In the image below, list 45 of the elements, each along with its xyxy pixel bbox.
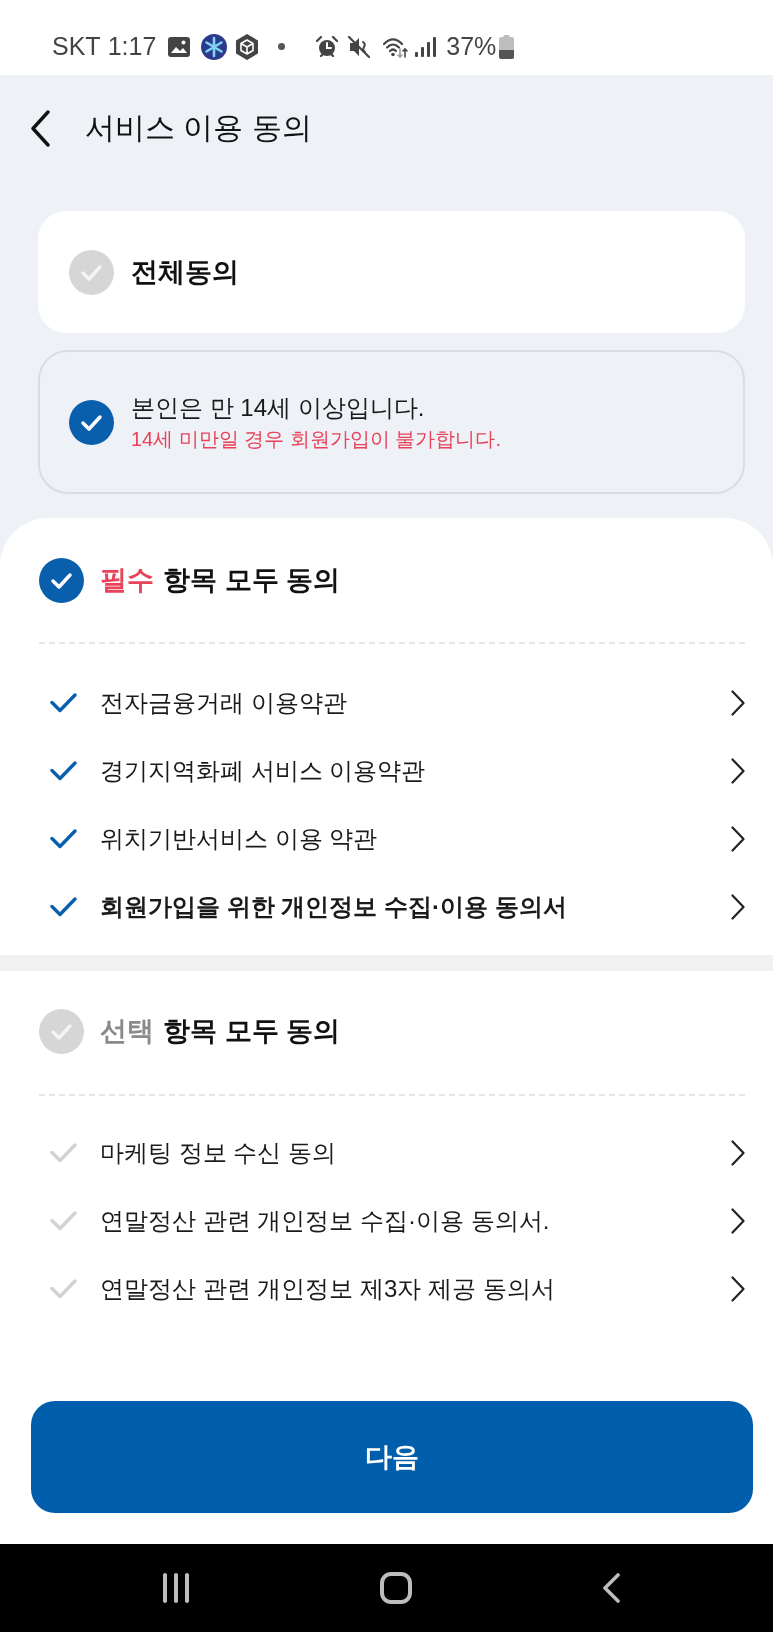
next-button[interactable]: 다음	[31, 1401, 753, 1513]
terms-item[interactable]: 연말정산 관련 개인정보 수집·이용 동의서.	[39, 1187, 745, 1255]
section-category: 선택	[100, 1018, 154, 1045]
back-icon[interactable]	[602, 1573, 621, 1603]
terms-item[interactable]: 연말정산 관련 개인정보 제3자 제공 동의서	[39, 1255, 745, 1323]
recents-icon[interactable]	[162, 1573, 190, 1603]
wifi-icon	[383, 35, 409, 58]
carrier-text: SKT	[52, 34, 101, 59]
cube-icon	[235, 33, 260, 60]
alarm-icon	[316, 35, 339, 58]
dot-icon	[278, 43, 286, 50]
terms-item[interactable]: 전자금융거래 이용약관	[39, 669, 745, 737]
section-title: 항목 모두 동의	[163, 567, 340, 594]
page-title: 서비스 이용 동의	[85, 113, 312, 143]
terms-item[interactable]: 마케팅 정보 수신 동의	[39, 1119, 745, 1187]
chevron-right-icon	[731, 826, 745, 852]
image-icon	[168, 36, 191, 57]
checkbox[interactable]	[39, 1009, 84, 1054]
terms-item[interactable]: 경기지역화폐 서비스 이용약관	[39, 737, 745, 805]
battery-icon	[499, 34, 515, 59]
terms-item[interactable]: 위치기반서비스 이용 약관	[39, 805, 745, 873]
home-icon[interactable]	[380, 1572, 412, 1604]
chevron-right-icon	[731, 894, 745, 920]
chevron-right-icon	[731, 1276, 745, 1302]
chevron-right-icon	[731, 1140, 745, 1166]
back-icon[interactable]	[30, 109, 51, 147]
agree-all-label: 전체동의	[131, 258, 239, 286]
checkbox[interactable]	[69, 249, 114, 295]
mute-icon	[348, 35, 371, 58]
age-warning-text: 14세 미만일 경우 회원가입이 불가합니다.	[131, 426, 502, 452]
section-category: 필수	[100, 567, 154, 594]
age-confirm-card[interactable]: 본인은 만 14세 이상입니다. 14세 미만일 경우 회원가입이 불가합니다.	[38, 350, 745, 494]
battery-percent-text: 37%	[446, 34, 497, 59]
terms-item[interactable]: 회원가입을 위한 개인정보 수집·이용 동의서	[39, 873, 745, 941]
checkbox[interactable]	[69, 399, 114, 445]
signal-icon	[415, 36, 437, 57]
chevron-right-icon	[731, 1208, 745, 1234]
asterisk-app-icon	[201, 33, 228, 60]
clock-text: 1:17	[107, 34, 157, 59]
checkbox[interactable]	[39, 558, 84, 603]
section-title: 항목 모두 동의	[163, 1018, 340, 1045]
chevron-right-icon	[731, 690, 745, 716]
agree-all-card[interactable]: 전체동의	[38, 211, 745, 333]
chevron-right-icon	[731, 758, 745, 784]
age-confirm-label: 본인은 만 14세 이상입니다.	[131, 392, 426, 423]
